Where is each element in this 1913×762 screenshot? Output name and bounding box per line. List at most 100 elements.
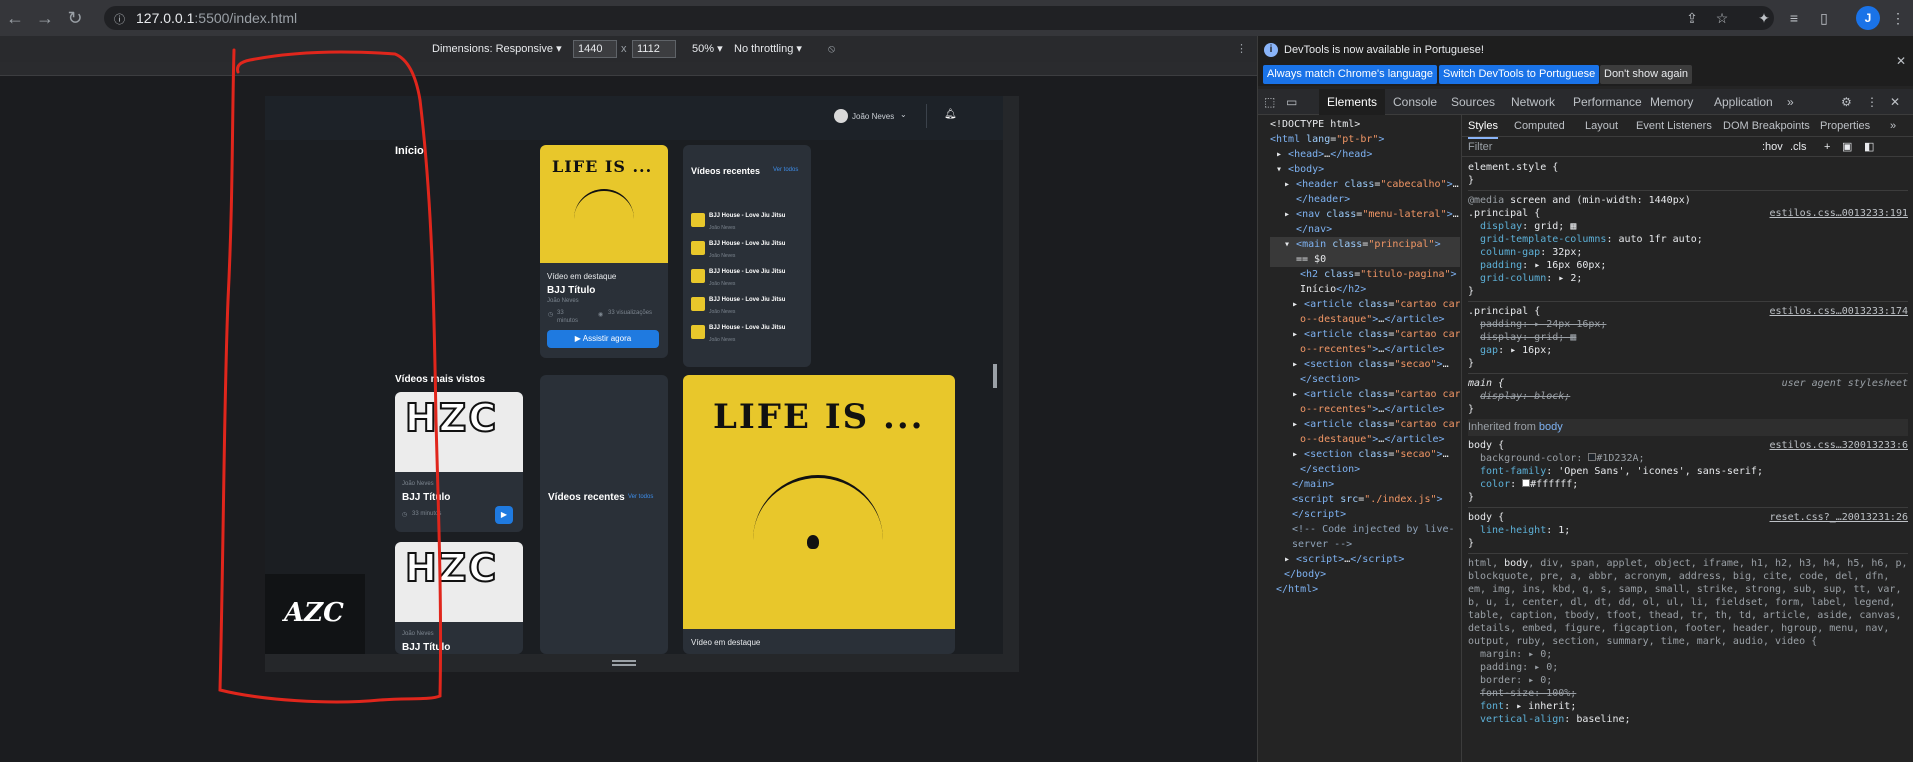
reload-icon[interactable]: ↻ (64, 0, 86, 36)
device-more-icon[interactable]: ⋮ (1236, 42, 1247, 56)
css-declaration[interactable]: display: grid; ▦ (1468, 220, 1908, 233)
sidepanel-icon[interactable]: ▯ (1812, 6, 1836, 30)
share-icon[interactable]: ⇪ (1680, 6, 1704, 30)
tab-memory[interactable]: Memory (1650, 89, 1693, 115)
zoom-select[interactable]: 50% ▾ (692, 42, 723, 56)
info-icon[interactable]: ⓘ (114, 11, 125, 27)
resize-right-handle[interactable] (1003, 96, 1019, 672)
resize-grip-icon[interactable] (993, 364, 997, 388)
see-all-link[interactable]: Ver todos (773, 167, 798, 173)
tab-network[interactable]: Network (1511, 89, 1555, 115)
new-rule-icon[interactable]: + (1824, 137, 1830, 157)
css-declaration[interactable]: display: grid; ▦ (1468, 331, 1908, 344)
play-button[interactable]: ▶ (495, 506, 513, 524)
css-declaration[interactable]: grid-column: ▸ 2; (1468, 272, 1908, 285)
tree-node[interactable]: <h2 class="titulo-pagina"> (1270, 267, 1460, 282)
featured-thumbnail[interactable]: LIFE IS ... (540, 145, 668, 263)
css-declaration[interactable]: padding: ▸ 0; (1468, 661, 1908, 674)
css-declaration[interactable]: font-size: 100%; (1468, 687, 1908, 700)
user-name[interactable]: João Neves (852, 112, 894, 121)
css-declaration[interactable]: vertical-align: baseline; (1468, 713, 1908, 726)
hov-toggle[interactable]: :hov (1762, 137, 1783, 157)
tree-node[interactable]: <script src="./index.js"> (1270, 492, 1460, 507)
tree-node[interactable]: </nav> (1270, 222, 1460, 237)
css-declaration[interactable]: background-color: #1D232A; (1468, 452, 1908, 465)
chevron-down-icon[interactable]: ⌄ (900, 110, 907, 119)
tab-event-listeners[interactable]: Event Listeners (1636, 115, 1712, 137)
more-style-tabs-icon[interactable]: » (1890, 115, 1896, 137)
height-input[interactable]: 1112 (632, 40, 676, 58)
css-declaration[interactable]: font-family: 'Open Sans', 'icones', sans… (1468, 465, 1908, 478)
see-all-link[interactable]: Ver todos (628, 494, 653, 500)
css-declaration[interactable]: padding: ▸ 24px 16px; (1468, 318, 1908, 331)
gear-icon[interactable]: ⚙ (1841, 89, 1852, 115)
extensions-icon[interactable]: ✦ (1752, 6, 1776, 30)
sidebar-toggle-icon[interactable]: ◧ (1864, 137, 1874, 157)
device-icon[interactable]: ▭ (1286, 89, 1297, 115)
bookmark-star-icon[interactable]: ☆ (1710, 6, 1734, 30)
user-avatar[interactable] (834, 109, 848, 123)
css-declaration[interactable]: color: #ffffff; (1468, 478, 1908, 491)
tab-console[interactable]: Console (1393, 89, 1437, 115)
css-declaration[interactable]: border: ▸ 0; (1468, 674, 1908, 687)
tab-properties[interactable]: Properties (1820, 115, 1870, 137)
close-banner-icon[interactable]: ✕ (1896, 54, 1906, 68)
tree-node[interactable]: </section> (1270, 462, 1460, 477)
tab-layout[interactable]: Layout (1585, 115, 1618, 137)
cls-toggle[interactable]: .cls (1790, 137, 1807, 157)
tree-node[interactable]: server --> (1270, 537, 1460, 552)
tab-sources[interactable]: Sources (1451, 89, 1495, 115)
dont-show-button[interactable]: Don't show again (1600, 65, 1693, 84)
tree-node[interactable]: o--destaque">…</article> (1270, 312, 1460, 327)
css-declaration[interactable]: font: ▸ inherit; (1468, 700, 1908, 713)
tree-node[interactable]: <!-- Code injected by live- (1270, 522, 1460, 537)
inspect-icon[interactable]: ⬚ (1264, 89, 1275, 115)
styles-filter-input[interactable]: Filter (1468, 137, 1492, 157)
dimensions-select[interactable]: Dimensions: Responsive ▾ (432, 42, 562, 56)
width-input[interactable]: 1440 (573, 40, 617, 58)
tab-performance[interactable]: Performance (1573, 89, 1642, 115)
more-options-icon[interactable]: ⋮ (1866, 89, 1878, 115)
address-bar[interactable] (104, 6, 1774, 30)
tab-application[interactable]: Application (1714, 89, 1773, 115)
tree-node[interactable]: ▸ <article class="cartao cart (1270, 327, 1460, 342)
tree-node[interactable]: Início</h2> (1270, 282, 1460, 297)
tree-node[interactable]: ▸ <section class="secao">… (1270, 357, 1460, 372)
switch-language-button[interactable]: Switch DevTools to Portuguese (1439, 65, 1600, 84)
tab-styles[interactable]: Styles (1468, 115, 1498, 139)
rotate-icon[interactable]: ⦸ (828, 42, 835, 56)
video-thumbnail[interactable]: HZC (395, 542, 523, 622)
tree-node[interactable]: ▸ <article class="cartao cart (1270, 417, 1460, 432)
media-query-ruler[interactable] (0, 62, 1257, 76)
css-declaration[interactable]: margin: ▸ 0; (1468, 648, 1908, 661)
tree-node[interactable]: <!DOCTYPE html> (1270, 117, 1460, 132)
featured-thumbnail[interactable]: LIFE IS ... (683, 375, 955, 629)
media-icon[interactable]: ≡ (1782, 6, 1806, 30)
back-icon[interactable]: ← (4, 0, 26, 36)
tree-node[interactable]: </script> (1270, 507, 1460, 522)
watch-now-button[interactable]: ▶ Assistir agora (547, 330, 659, 348)
css-declaration[interactable]: grid-template-columns: auto 1fr auto; (1468, 233, 1908, 246)
tree-node[interactable]: </main> (1270, 477, 1460, 492)
tree-node[interactable]: </section> (1270, 372, 1460, 387)
throttling-select[interactable]: No throttling ▾ (734, 42, 802, 56)
menu-icon[interactable]: ⋮ (1886, 6, 1910, 30)
computed-toggle-icon[interactable]: ▣ (1842, 137, 1852, 157)
tree-node[interactable]: ▸ <article class="cartao cart (1270, 297, 1460, 312)
css-declaration[interactable]: padding: ▸ 16px 60px; (1468, 259, 1908, 272)
url-text[interactable]: 127.0.0.1:5500/index.html (136, 6, 297, 30)
close-devtools-icon[interactable]: ✕ (1890, 89, 1900, 115)
more-tabs-icon[interactable]: » (1787, 89, 1794, 115)
tree-node[interactable]: ▸ <header class="cabecalho">… (1270, 177, 1460, 192)
tree-node[interactable]: ▸ <section class="secao">… (1270, 447, 1460, 462)
tree-node-selected[interactable]: ▾ <main class="principal"> (1270, 237, 1460, 252)
profile-avatar[interactable]: J (1856, 6, 1880, 30)
resize-grip-icon[interactable] (612, 660, 636, 666)
tree-node[interactable]: </header> (1270, 192, 1460, 207)
tree-node[interactable]: ▾ <body> (1270, 162, 1460, 177)
tree-node[interactable]: <html lang="pt-br"> (1270, 132, 1460, 147)
tree-node[interactable]: ▸ <head>…</head> (1270, 147, 1460, 162)
css-declaration[interactable]: gap: ▸ 16px; (1468, 344, 1908, 357)
tree-node[interactable]: </body> (1270, 567, 1460, 582)
tree-node[interactable]: ▸ <script>…</script> (1270, 552, 1460, 567)
